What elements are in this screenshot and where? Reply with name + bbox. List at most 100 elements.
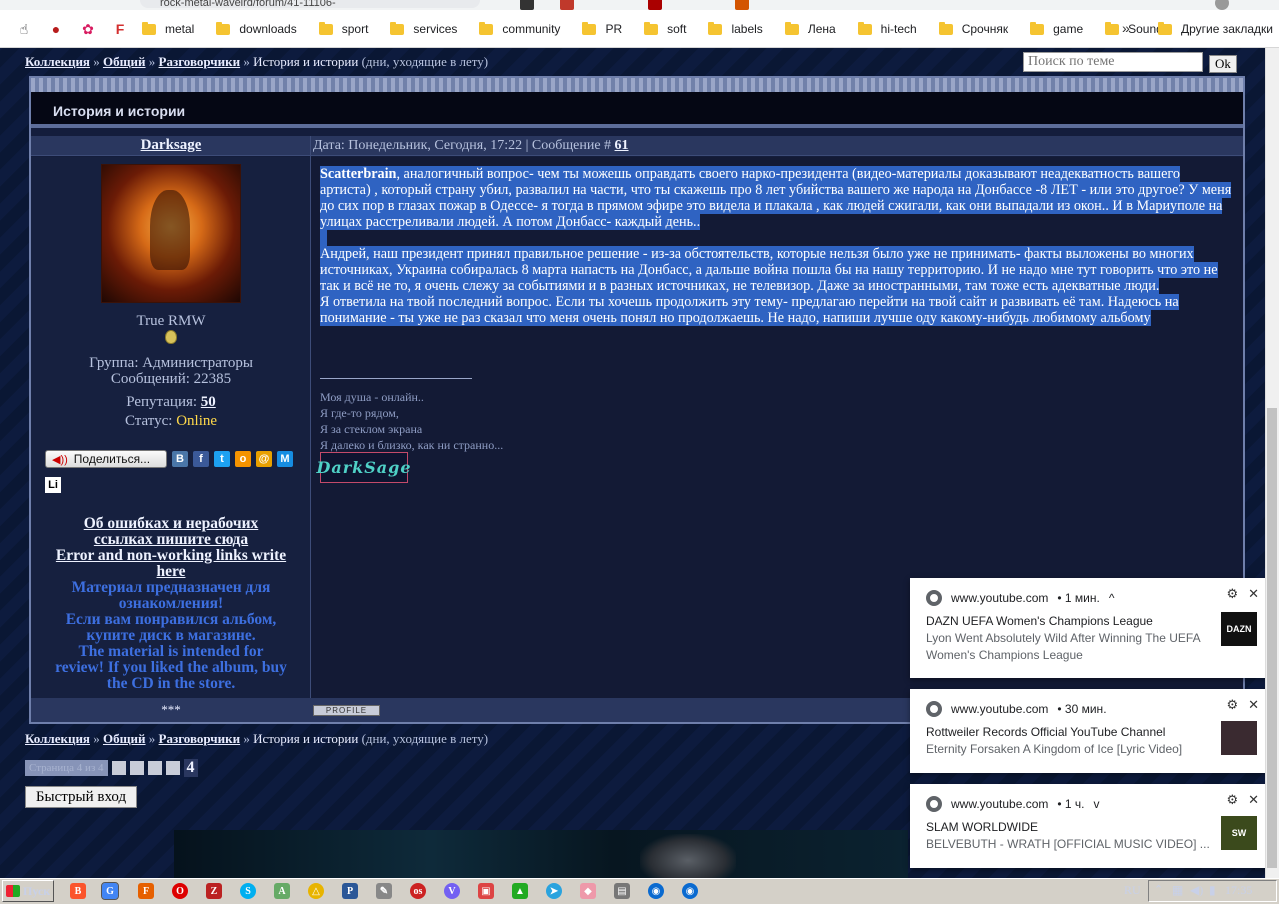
bookmarks-bar: rock-metal-waveird/forum/41-11106- ☝ ● ✿… [0, 0, 1279, 48]
gear-icon[interactable]: ⚙ [1226, 697, 1238, 713]
twitter-share-icon[interactable]: t [214, 451, 230, 467]
notification-dazn[interactable]: www.youtube.com • 1 мин. ^ ⚙ ✕ DAZN UEFA Wo… [910, 578, 1269, 678]
folder-icon [390, 21, 405, 35]
extension-icon[interactable] [648, 0, 662, 10]
bookmark-folder-lena[interactable]: Лена [784, 18, 844, 40]
quoted-user-name[interactable]: Scatterbrain [320, 166, 396, 182]
bookmark-folder-community[interactable]: community [479, 18, 568, 40]
address-bar[interactable]: rock-metal-waveird/forum/41-11106- [140, 0, 480, 9]
language-indicator[interactable]: RU [1124, 883, 1141, 898]
facebook-share-icon[interactable]: f [193, 451, 209, 467]
post-author-name[interactable]: Darksage [31, 137, 311, 154]
bookmark-site-icon[interactable]: ● [46, 19, 66, 39]
f-bookmark-icon[interactable]: F [110, 19, 130, 39]
chevron-up-icon[interactable]: ^ [1109, 591, 1115, 605]
scrollbar-thumb[interactable] [1267, 408, 1277, 868]
page-link[interactable] [147, 761, 162, 775]
liveinternet-share-icon[interactable]: Li [45, 477, 61, 493]
taskbar [0, 878, 1279, 904]
filezilla-icon[interactable]: Z [206, 883, 222, 899]
app-icon[interactable]: △ [308, 883, 324, 899]
search-ok-button[interactable]: Ok [1209, 55, 1237, 73]
brave-icon[interactable]: B [70, 883, 86, 899]
chevron-down-icon[interactable]: v [1094, 797, 1100, 811]
notepad-icon[interactable]: ✎ [376, 883, 392, 899]
telegram-icon[interactable]: ➤ [546, 883, 562, 899]
breadcrumb-chat[interactable]: Разговорчики [159, 54, 241, 69]
page-link[interactable] [129, 761, 144, 775]
app-icon[interactable]: P [342, 883, 358, 899]
folder-icon [1158, 21, 1172, 35]
firefox-icon[interactable]: F [138, 883, 154, 899]
mail-share-icon[interactable]: @ [256, 451, 272, 467]
gear-bookmark-icon[interactable]: ✿ [78, 19, 98, 39]
bookmark-folder-labels[interactable]: labels [708, 18, 770, 40]
breadcrumb-collection[interactable]: Коллекция [25, 54, 90, 69]
chrome-taskbar-icon[interactable]: G [101, 882, 119, 900]
error-report-link-en[interactable]: Error and non-working links write here [31, 548, 311, 580]
breadcrumb-collection[interactable]: Коллекция [25, 731, 90, 746]
folder-icon [784, 21, 799, 35]
topic-search-input[interactable] [1023, 52, 1203, 72]
bookmark-folder-services[interactable]: services [390, 18, 465, 40]
bookmark-folder-sport[interactable]: sport [318, 18, 377, 40]
breadcrumb-chat[interactable]: Разговорчики [159, 731, 241, 746]
bookmark-folder-soft[interactable]: soft [644, 18, 694, 40]
bookmark-folder-downloads[interactable]: downloads [216, 18, 304, 40]
close-icon[interactable]: ✕ [1248, 697, 1259, 713]
odnoklassniki-share-icon[interactable]: o [235, 451, 251, 467]
app-icon[interactable]: ◉ [648, 883, 664, 899]
tray-expand-icon[interactable]: ⌃ [1154, 883, 1163, 896]
extension-icon[interactable] [560, 0, 574, 10]
profile-avatar-icon[interactable] [1215, 0, 1229, 10]
folder-icon [644, 21, 659, 35]
bookmark-folder-game[interactable]: game [1030, 18, 1091, 40]
start-button[interactable]: Пуск [2, 880, 54, 902]
gear-icon[interactable]: ⚙ [1226, 586, 1238, 602]
page-link[interactable] [165, 761, 180, 775]
bookmark-folder-pr[interactable]: PR [582, 18, 630, 40]
app-icon[interactable]: A [274, 883, 290, 899]
skype-icon[interactable]: S [240, 883, 256, 899]
post-number-link[interactable]: 61 [615, 138, 629, 153]
power-icon[interactable]: ▮ [1209, 883, 1216, 898]
page-link[interactable] [111, 761, 126, 775]
reputation-link[interactable]: 50 [201, 394, 216, 410]
app-icon[interactable]: os [410, 883, 426, 899]
breadcrumb-general[interactable]: Общий [103, 731, 146, 746]
extension-icon[interactable] [520, 0, 534, 10]
app-icon[interactable]: ◆ [580, 883, 596, 899]
close-icon[interactable]: ✕ [1248, 586, 1259, 602]
chrome-icon [926, 796, 942, 812]
app-icon[interactable]: ◉ [682, 883, 698, 899]
close-icon[interactable]: ✕ [1248, 792, 1259, 808]
app-icon[interactable]: ▲ [512, 883, 528, 899]
bookmark-folder-hi-tech[interactable]: hi-tech [857, 18, 925, 40]
moimir-share-icon[interactable]: M [277, 451, 293, 467]
app-icon[interactable]: ▤ [614, 883, 630, 899]
more-bookmarks-button[interactable]: » [1122, 20, 1130, 36]
error-report-link-ru[interactable]: Об ошибках и нерабочих ссылках пишите сюд… [31, 516, 311, 548]
share-button[interactable]: ◀)) Поделиться... [45, 450, 167, 468]
gear-icon[interactable]: ⚙ [1226, 792, 1238, 808]
opera-icon[interactable]: O [172, 883, 188, 899]
volume-icon[interactable]: ◀) [1190, 883, 1203, 898]
notification-slam[interactable]: www.youtube.com • 1 ч. v ⚙ ✕ SLAM WORLDWIDE… [910, 784, 1269, 868]
profile-button[interactable]: PROFILE [313, 705, 380, 716]
bookmark-folder-metal[interactable]: metal [142, 18, 202, 40]
notification-rottweiler[interactable]: www.youtube.com • 30 мин. ⚙ ✕ Rottweiler R… [910, 689, 1269, 773]
viber-icon[interactable]: V [444, 883, 460, 899]
network-icon[interactable]: ▦ [1172, 883, 1183, 898]
pager-label: Страница 4 из 4 [25, 760, 108, 776]
other-bookmarks-folder[interactable]: Другие закладки [1158, 18, 1273, 40]
vk-share-icon[interactable]: B [172, 451, 188, 467]
signature-divider [320, 378, 472, 379]
extension-icon[interactable] [735, 0, 749, 10]
signature-line: Я далеко и близко, как ни странно... [320, 438, 504, 452]
bookmark-folder-urgent[interactable]: Срочняк [938, 18, 1016, 40]
breadcrumb-general[interactable]: Общий [103, 54, 146, 69]
hand-icon[interactable]: ☝ [14, 19, 34, 39]
app-icon[interactable]: ▣ [478, 883, 494, 899]
banner-artwork [640, 834, 736, 878]
quick-login-button[interactable]: Быстрый вход [25, 786, 137, 808]
